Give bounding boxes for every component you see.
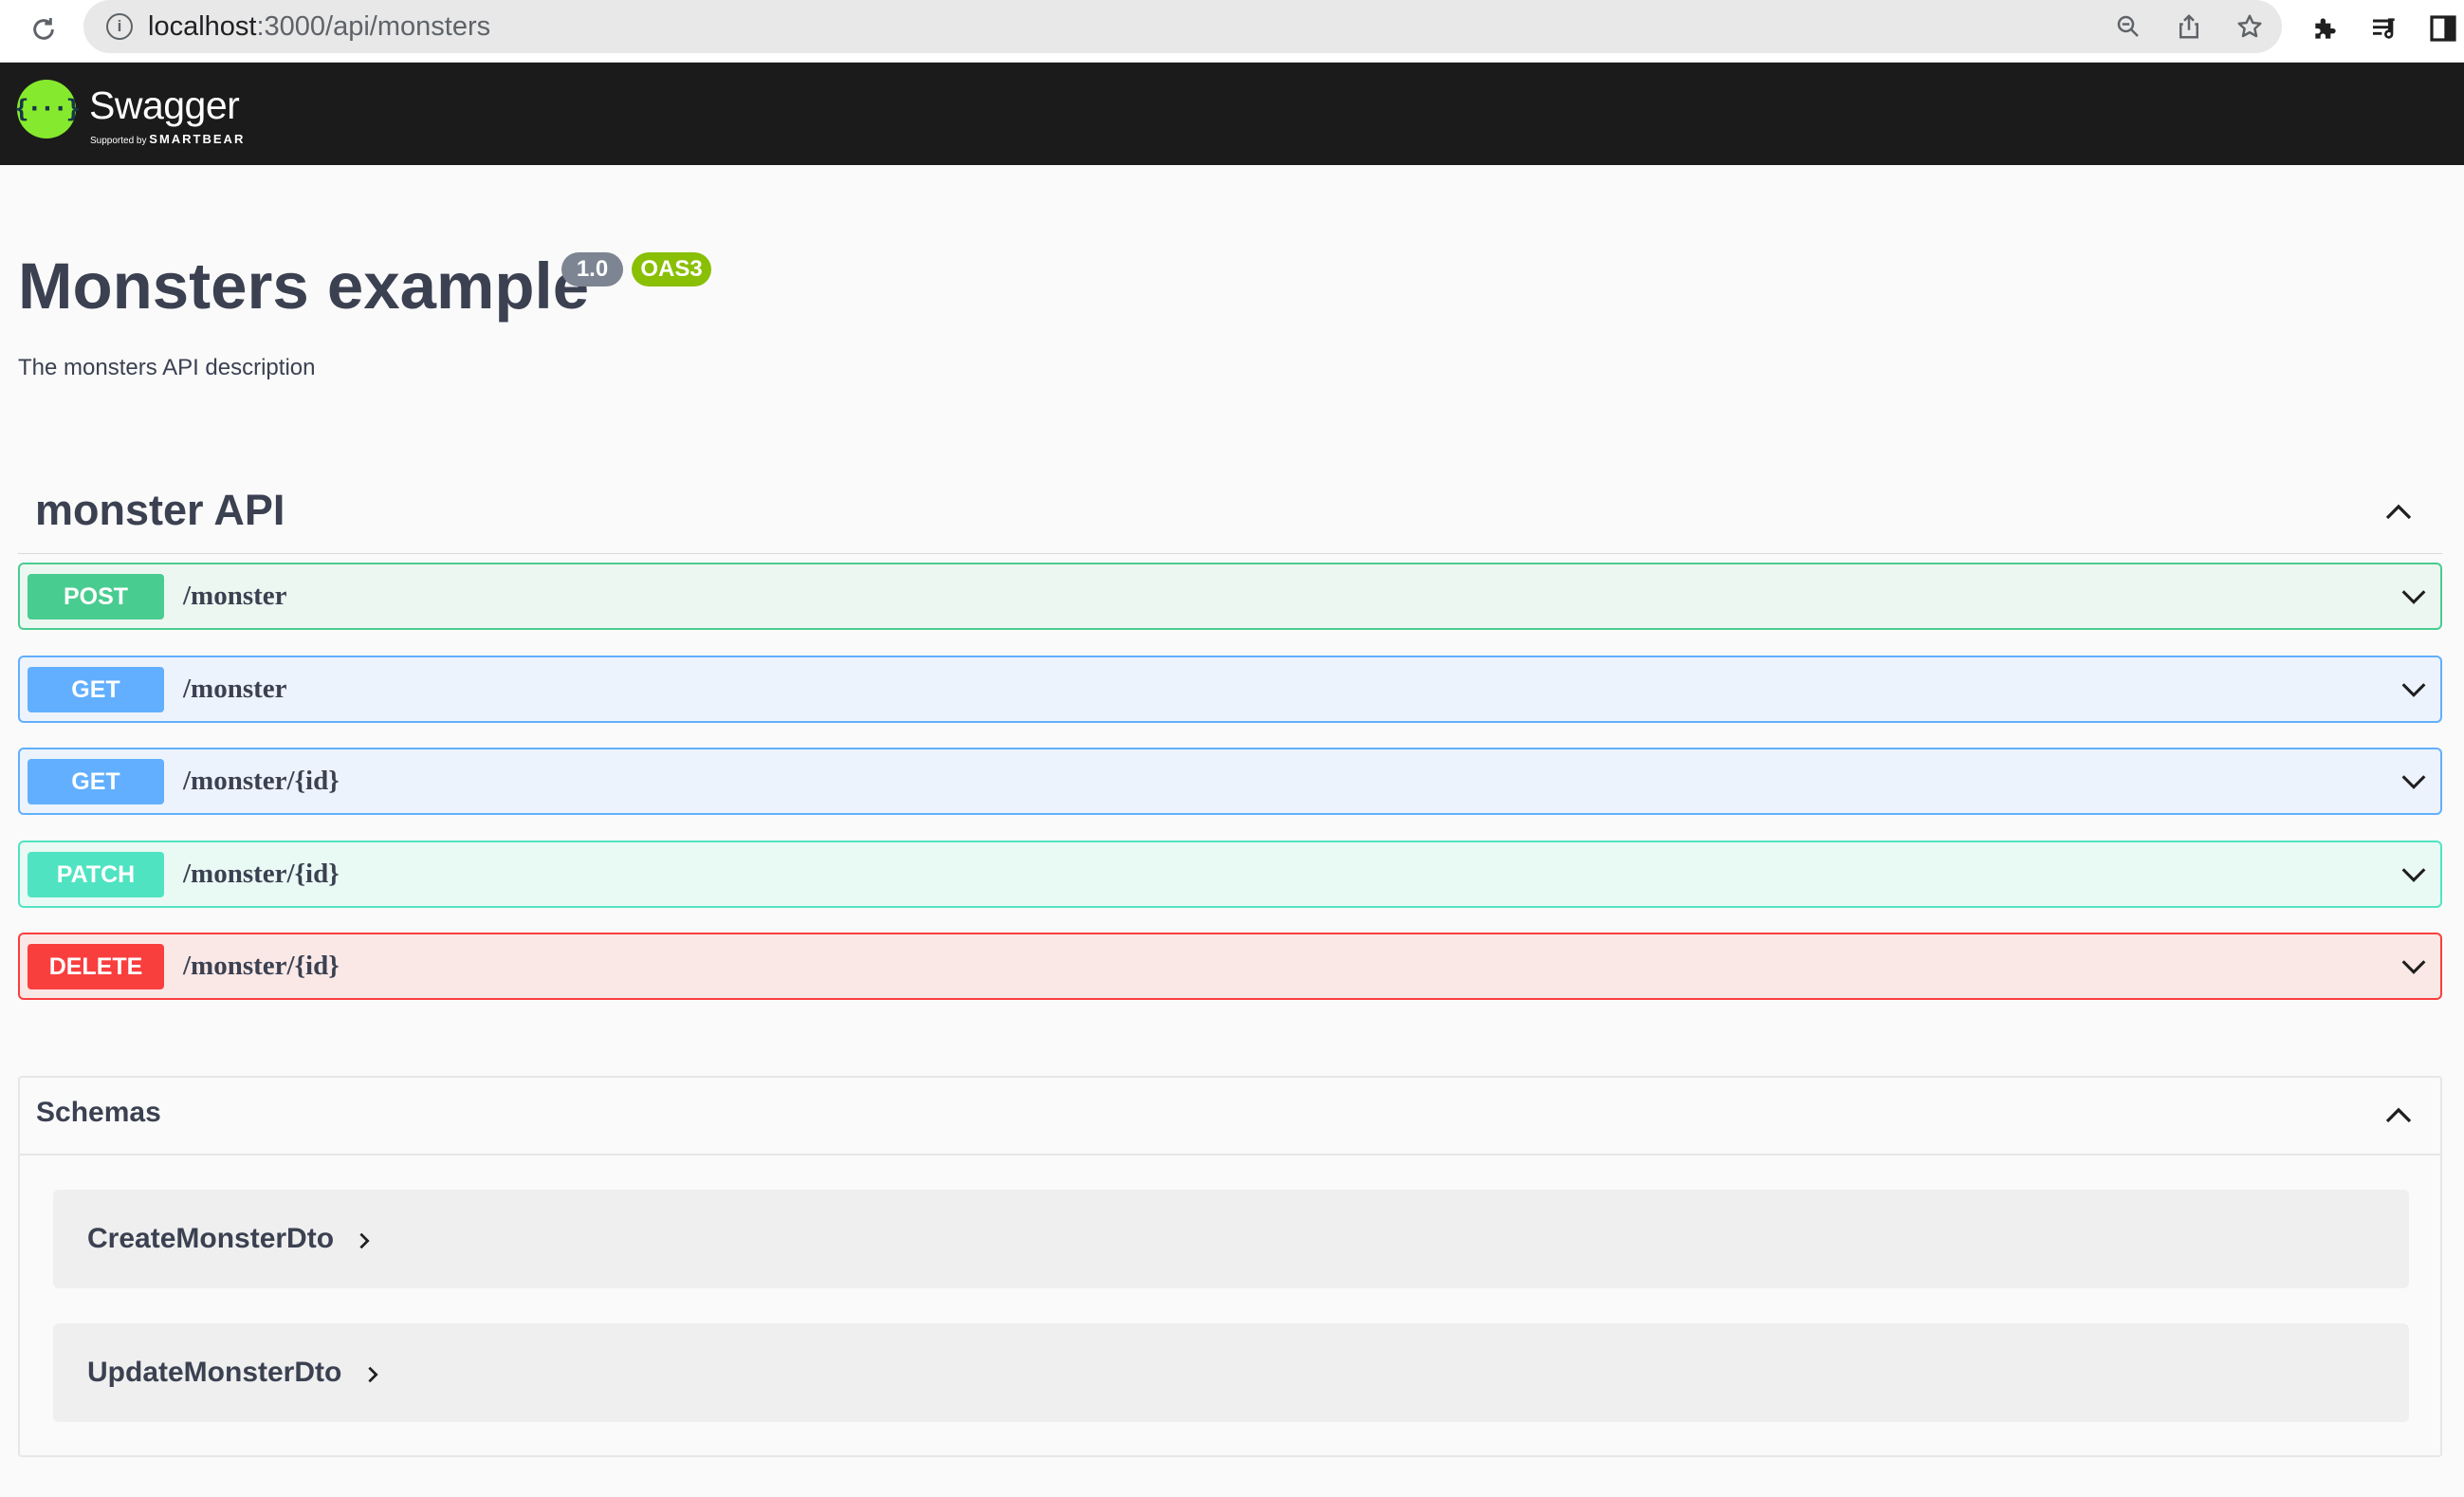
- operation-path: /monster: [183, 674, 287, 704]
- share-icon[interactable]: [2172, 9, 2206, 44]
- api-description: The monsters API description: [18, 355, 316, 380]
- smartbear-tagline: Supported by SMARTBEAR: [90, 132, 245, 146]
- schemas-header[interactable]: Schemas: [20, 1078, 2440, 1155]
- extensions-puzzle-icon[interactable]: [2307, 9, 2344, 47]
- page-title: Monsters example: [18, 250, 590, 323]
- model-name: CreateMonsterDto: [87, 1223, 335, 1254]
- method-badge: PATCH: [28, 852, 164, 897]
- schemas-section: Schemas CreateMonsterDto UpdateMonsterDt…: [18, 1076, 2442, 1457]
- tag-name: monster API: [35, 486, 285, 534]
- reload-icon[interactable]: [25, 10, 63, 48]
- model-name: UpdateMonsterDto: [87, 1357, 342, 1388]
- method-badge: GET: [28, 667, 164, 712]
- swagger-topbar: {···} Swagger Supported by SMARTBEAR: [0, 63, 2464, 165]
- method-badge: POST: [28, 574, 164, 619]
- swagger-logo-icon[interactable]: {···}: [14, 80, 81, 139]
- chevron-down-icon[interactable]: [2395, 671, 2433, 709]
- operation-path: /monster/{id}: [183, 766, 340, 796]
- method-badge: DELETE: [28, 944, 164, 989]
- chevron-up-icon[interactable]: [2378, 491, 2419, 533]
- tagline-small: Supported by: [90, 136, 147, 146]
- model-create-monster-dto[interactable]: CreateMonsterDto: [53, 1190, 2409, 1288]
- schemas-title: Schemas: [36, 1097, 161, 1128]
- model-update-monster-dto[interactable]: UpdateMonsterDto: [53, 1323, 2409, 1422]
- chevron-down-icon[interactable]: [2395, 578, 2433, 616]
- browser-toolbar: i localhost:3000/api/monsters: [0, 0, 2464, 63]
- chevron-right-icon[interactable]: [359, 1361, 386, 1388]
- chevron-down-icon[interactable]: [2395, 856, 2433, 894]
- method-badge: GET: [28, 759, 164, 804]
- opblock-patch-monster-id[interactable]: PATCH /monster/{id}: [18, 841, 2442, 908]
- zoom-icon[interactable]: [2111, 9, 2145, 44]
- opblock-post-monster[interactable]: POST /monster: [18, 563, 2442, 630]
- opblock-delete-monster-id[interactable]: DELETE /monster/{id}: [18, 933, 2442, 1000]
- opblock-get-monster-id[interactable]: GET /monster/{id}: [18, 748, 2442, 815]
- opblock-get-monster[interactable]: GET /monster: [18, 656, 2442, 723]
- side-panel-icon[interactable]: [2424, 9, 2462, 47]
- address-bar[interactable]: i localhost:3000/api/monsters: [83, 0, 2282, 53]
- chevron-down-icon[interactable]: [2395, 948, 2433, 986]
- url-host: localhost: [148, 11, 257, 42]
- url-path: :3000/api/monsters: [256, 11, 491, 42]
- tag-header-monster-api[interactable]: monster API: [18, 474, 2442, 554]
- reading-list-icon[interactable]: [2365, 9, 2403, 47]
- chevron-up-icon[interactable]: [2378, 1095, 2419, 1137]
- bookmark-star-icon[interactable]: [2233, 9, 2267, 44]
- url-text[interactable]: localhost:3000/api/monsters: [148, 11, 490, 43]
- chevron-right-icon[interactable]: [351, 1228, 377, 1254]
- oas-badge: OAS3: [632, 252, 711, 286]
- info-icon[interactable]: i: [106, 13, 133, 40]
- operation-path: /monster/{id}: [183, 859, 340, 889]
- chevron-down-icon[interactable]: [2395, 763, 2433, 801]
- swagger-logo-text[interactable]: Swagger: [89, 83, 240, 128]
- tagline-brand: SMARTBEAR: [149, 132, 246, 146]
- version-badge: 1.0: [561, 252, 623, 286]
- operation-path: /monster: [183, 581, 287, 611]
- operation-path: /monster/{id}: [183, 951, 340, 981]
